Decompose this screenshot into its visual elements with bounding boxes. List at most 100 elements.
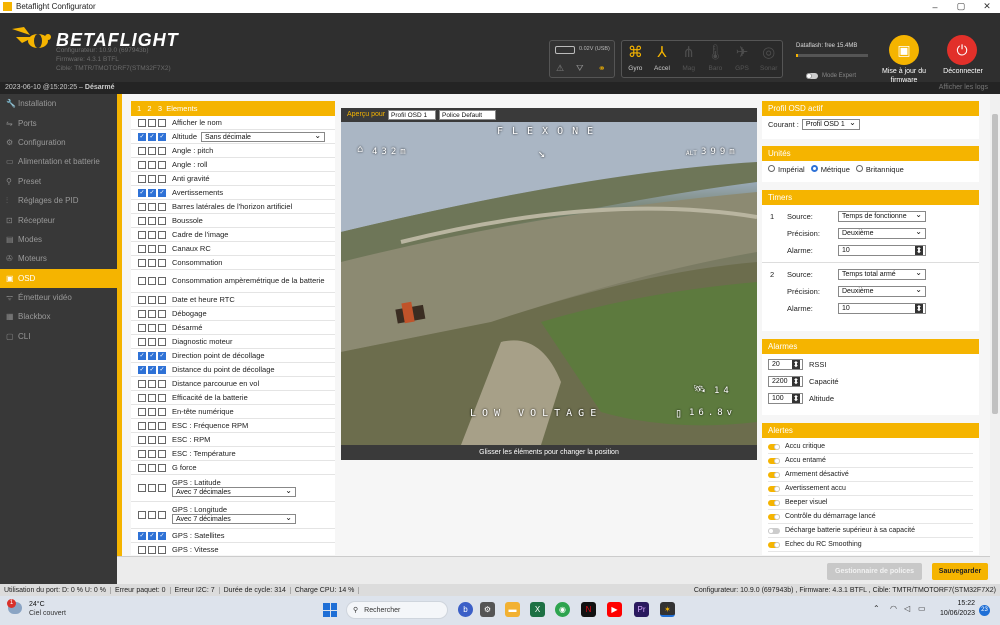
sidebar-item-installation[interactable]: 🔧 Installation bbox=[0, 94, 117, 113]
osd-element-checkbox[interactable]: ✓ bbox=[148, 188, 156, 197]
osd-altitude[interactable]: 399m bbox=[701, 147, 739, 157]
alarm-value-input[interactable]: 2200 bbox=[768, 376, 803, 387]
osd-element-checkbox[interactable]: ✓ bbox=[158, 365, 166, 374]
sidebar-item-ports[interactable]: ⇋ Ports bbox=[0, 113, 117, 132]
osd-element-checkbox[interactable] bbox=[158, 258, 166, 267]
osd-element-checkbox[interactable] bbox=[148, 379, 156, 388]
alert-toggle[interactable] bbox=[768, 443, 780, 450]
alert-toggle[interactable] bbox=[768, 527, 780, 534]
osd-element-variant-select[interactable]: Sans décimale bbox=[201, 131, 326, 142]
alert-toggle[interactable] bbox=[768, 499, 780, 506]
osd-element-checkbox[interactable] bbox=[158, 118, 166, 127]
osd-element-checkbox[interactable] bbox=[138, 118, 146, 127]
update-firmware-button[interactable]: ▣ bbox=[889, 35, 919, 65]
show-logs-link[interactable]: Afficher les logs bbox=[939, 84, 988, 91]
osd-sat-count[interactable]: 14 bbox=[714, 386, 733, 396]
premiere-icon[interactable]: Pr bbox=[634, 602, 649, 617]
page-scrollbar[interactable] bbox=[990, 94, 1000, 584]
sidebar-item-moteurs[interactable]: ✇ Moteurs bbox=[0, 249, 117, 268]
osd-element-checkbox[interactable]: ✓ bbox=[158, 132, 166, 141]
taskbar-search[interactable]: ⚲ Rechercher bbox=[346, 601, 448, 619]
copilot-icon[interactable]: b bbox=[458, 602, 473, 617]
timer-alarm-input[interactable]: 10 bbox=[838, 245, 926, 256]
osd-element-checkbox[interactable] bbox=[138, 393, 146, 402]
osd-element-checkbox[interactable] bbox=[138, 421, 146, 430]
timer-alarm-input[interactable]: 10 bbox=[838, 303, 926, 314]
osd-element-checkbox[interactable] bbox=[158, 511, 166, 519]
osd-element-checkbox[interactable] bbox=[138, 545, 146, 554]
sidebar-item-blackbox[interactable]: ▦ Blackbox bbox=[0, 307, 117, 326]
osd-element-checkbox[interactable] bbox=[148, 337, 156, 346]
disconnect-button[interactable]: ⏻ bbox=[947, 35, 977, 65]
betaflight-taskbar-icon[interactable]: ✶ bbox=[660, 602, 675, 617]
clock-date[interactable]: 10/06/2023 bbox=[937, 610, 975, 617]
osd-element-checkbox[interactable] bbox=[158, 379, 166, 388]
unit-option[interactable]: Impérial bbox=[768, 165, 805, 174]
osd-element-checkbox[interactable] bbox=[138, 277, 146, 285]
alert-toggle[interactable] bbox=[768, 513, 780, 520]
osd-element-variant-select[interactable]: Avec 7 décimales bbox=[172, 486, 296, 497]
osd-element-checkbox[interactable] bbox=[158, 407, 166, 416]
osd-element-checkbox[interactable]: ✓ bbox=[138, 365, 146, 374]
alert-toggle[interactable] bbox=[768, 457, 780, 464]
osd-voltage[interactable]: 16.8v bbox=[689, 408, 736, 418]
osd-element-checkbox[interactable] bbox=[148, 463, 156, 472]
osd-element-checkbox[interactable] bbox=[158, 146, 166, 155]
osd-element-checkbox[interactable] bbox=[158, 393, 166, 402]
timer-precision-select[interactable]: Deuxième bbox=[838, 285, 926, 297]
osd-element-checkbox[interactable] bbox=[158, 449, 166, 458]
start-button[interactable] bbox=[323, 603, 337, 617]
save-button[interactable]: Sauvegarder bbox=[932, 563, 988, 580]
notification-count[interactable]: 23 bbox=[979, 605, 990, 616]
sidebar-item-modes[interactable]: ▤ Modes bbox=[0, 230, 117, 249]
osd-element-checkbox[interactable] bbox=[158, 174, 166, 183]
osd-element-checkbox[interactable] bbox=[138, 337, 146, 346]
osd-element-checkbox[interactable] bbox=[148, 118, 156, 127]
osd-element-checkbox[interactable] bbox=[158, 545, 166, 554]
osd-element-checkbox[interactable] bbox=[148, 174, 156, 183]
osd-element-checkbox[interactable] bbox=[158, 337, 166, 346]
osd-element-checkbox[interactable]: ✓ bbox=[148, 132, 156, 141]
osd-element-checkbox[interactable] bbox=[138, 146, 146, 155]
osd-element-checkbox[interactable] bbox=[138, 174, 146, 183]
sidebar-item-r-glages-de-pid[interactable]: ⫶ Réglages de PID bbox=[0, 191, 117, 210]
osd-home-distance[interactable]: 432m bbox=[372, 147, 410, 157]
file-explorer-icon[interactable]: ▬ bbox=[505, 602, 520, 617]
osd-element-checkbox[interactable] bbox=[158, 230, 166, 239]
osd-warning[interactable]: LOW VOLTAGE bbox=[470, 408, 602, 419]
osd-element-checkbox[interactable] bbox=[138, 484, 146, 492]
sidebar-item-cli[interactable]: ▢ CLI bbox=[0, 327, 117, 346]
osd-element-checkbox[interactable] bbox=[158, 463, 166, 472]
osd-element-checkbox[interactable] bbox=[148, 393, 156, 402]
weather-temp[interactable]: 24°C bbox=[29, 601, 45, 608]
netflix-icon[interactable]: N bbox=[581, 602, 596, 617]
volume-icon[interactable]: ◁ bbox=[904, 604, 910, 613]
osd-element-checkbox[interactable] bbox=[158, 421, 166, 430]
osd-element-checkbox[interactable]: ✓ bbox=[148, 365, 156, 374]
osd-element-checkbox[interactable] bbox=[148, 230, 156, 239]
osd-element-checkbox[interactable] bbox=[148, 511, 156, 519]
osd-element-checkbox[interactable] bbox=[148, 160, 156, 169]
minimize-button[interactable]: – bbox=[922, 2, 948, 12]
sidebar-item-r-cepteur[interactable]: ⊡ Récepteur bbox=[0, 210, 117, 229]
osd-element-checkbox[interactable] bbox=[148, 295, 156, 304]
timer-source-select[interactable]: Temps total armé bbox=[838, 268, 926, 280]
osd-element-checkbox[interactable] bbox=[138, 216, 146, 225]
osd-element-checkbox[interactable] bbox=[158, 323, 166, 332]
osd-video-preview[interactable]: FLEXONE ↘ ⌂ 432m ALT 399m 🛰 14 LOW VOLTA… bbox=[341, 122, 757, 445]
unit-radio[interactable] bbox=[768, 165, 775, 172]
osd-element-checkbox[interactable] bbox=[158, 244, 166, 253]
unit-radio[interactable] bbox=[855, 165, 863, 172]
timer-precision-select[interactable]: Deuxième bbox=[838, 227, 926, 239]
alert-toggle[interactable] bbox=[768, 541, 780, 548]
sidebar-item--metteur-vid-o[interactable]: ᯤ Émetteur vidéo bbox=[0, 288, 117, 307]
wifi-icon[interactable]: ◠ bbox=[890, 604, 897, 613]
osd-element-checkbox[interactable] bbox=[148, 323, 156, 332]
osd-element-checkbox[interactable] bbox=[148, 545, 156, 554]
osd-element-variant-select[interactable]: Avec 7 décimales bbox=[172, 513, 296, 524]
osd-element-checkbox[interactable] bbox=[138, 244, 146, 253]
sidebar-item-configuration[interactable]: ⚙ Configuration bbox=[0, 133, 117, 152]
osd-element-checkbox[interactable] bbox=[148, 258, 156, 267]
unit-radio[interactable] bbox=[810, 165, 818, 172]
osd-element-checkbox[interactable]: ✓ bbox=[138, 351, 146, 360]
